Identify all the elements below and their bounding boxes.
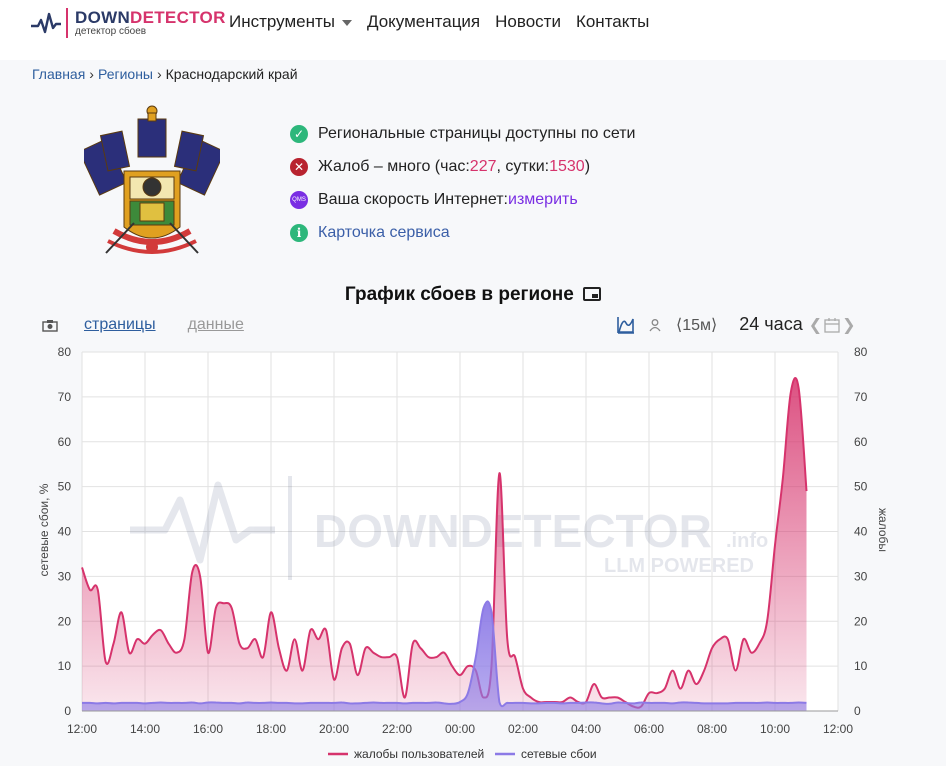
x-tick-label: 08:00 (697, 722, 727, 736)
tab-pages[interactable]: страницы (84, 316, 156, 334)
y-tick-label-left: 60 (58, 435, 72, 449)
y-tick-label-left: 20 (58, 614, 72, 628)
qms-icon: QMS (290, 191, 308, 209)
pulse-logo-icon (31, 12, 61, 34)
chart-tabs: страницы данные (42, 316, 244, 334)
x-tick-label: 12:00 (823, 722, 853, 736)
y-tick-label-right: 80 (854, 345, 868, 359)
x-tick-label: 12:00 (67, 722, 97, 736)
range-selector[interactable]: 24 часа (739, 314, 802, 335)
status-service-card: i Карточка сервиса (290, 223, 635, 243)
y-tick-label-left: 10 (58, 659, 72, 673)
x-tick-label: 02:00 (508, 722, 538, 736)
region-coat-of-arms-icon (84, 105, 220, 254)
x-tick-label: 16:00 (193, 722, 223, 736)
info-circle-icon: i (290, 224, 308, 242)
complaints-day: 1530 (549, 158, 585, 175)
nav-contacts[interactable]: Контакты (576, 12, 649, 32)
status-availability: ✓ Региональные страницы доступны по сети (290, 124, 635, 144)
chevron-left-icon[interactable]: ❮ (809, 315, 822, 335)
logo[interactable]: DOWNDETECTOR детектор сбоев (30, 8, 226, 38)
chart-title: График сбоев в регионе (0, 284, 946, 306)
y-tick-label-right: 20 (854, 614, 868, 628)
x-tick-label: 04:00 (571, 722, 601, 736)
chart-controls: ⟨15м⟩ 24 часа ❮ ❯ (616, 314, 856, 335)
breadcrumb-home[interactable]: Главная (32, 66, 85, 82)
nav-docs[interactable]: Документация (367, 12, 480, 32)
logo-subtitle: детектор сбоев (75, 26, 147, 37)
service-card-link[interactable]: Карточка сервиса (318, 224, 450, 242)
complaints-hour: 227 (469, 158, 497, 175)
status-complaints: ✕ Жалоб – много (час: 227, сутки: 1530) (290, 157, 635, 177)
logo-title: DOWNDETECTOR (75, 8, 226, 27)
check-circle-icon: ✓ (290, 125, 308, 143)
user-icon[interactable] (648, 318, 662, 332)
chevron-right-icon[interactable]: ❯ (842, 315, 855, 335)
y-tick-label-right: 40 (854, 525, 868, 539)
y-tick-label-left: 40 (58, 525, 72, 539)
watermark-sub: LLM POWERED (604, 555, 754, 577)
monitor-icon[interactable] (583, 287, 602, 301)
error-circle-icon: ✕ (290, 158, 308, 176)
status-list: ✓ Региональные страницы доступны по сети… (290, 124, 635, 256)
watermark-suffix: .info (726, 530, 768, 552)
legend-label[interactable]: сетевые сбои (521, 747, 597, 761)
interval-selector[interactable]: ⟨15м⟩ (676, 315, 717, 335)
x-tick-label: 14:00 (130, 722, 160, 736)
y-axis-label-left: сетевые сбои, % (37, 483, 51, 576)
chart-legend: жалобы пользователей сетевые сбои (328, 747, 597, 761)
outage-chart: DOWNDETECTOR .info LLM POWERED 0 0 10 10 20 2… (37, 345, 890, 761)
x-tick-label: 00:00 (445, 722, 475, 736)
y-axis-label-right: жалобы (876, 508, 890, 552)
x-tick-label: 10:00 (760, 722, 790, 736)
breadcrumb-current: Краснодарский край (165, 66, 298, 82)
status-speed: QMS Ваша скорость Интернет: измерить (290, 190, 635, 210)
y-tick-label-right: 60 (854, 435, 868, 449)
x-tick-label: 18:00 (256, 722, 286, 736)
legend-label[interactable]: жалобы пользователей (354, 747, 484, 761)
y-tick-label-right: 0 (854, 704, 861, 718)
logo-divider (66, 8, 68, 38)
y-tick-label-right: 50 (854, 480, 868, 494)
camera-icon[interactable] (42, 319, 58, 332)
y-tick-label-right: 70 (854, 390, 868, 404)
area-chart-icon[interactable] (616, 315, 636, 335)
chevron-down-icon (342, 20, 353, 26)
breadcrumb-regions[interactable]: Регионы (98, 66, 153, 82)
x-tick-label: 22:00 (382, 722, 412, 736)
y-tick-label-left: 30 (58, 569, 72, 583)
y-tick-label-right: 10 (854, 659, 868, 673)
x-tick-label: 20:00 (319, 722, 349, 736)
tab-data[interactable]: данные (188, 316, 244, 334)
speed-test-link[interactable]: измерить (508, 191, 578, 209)
top-bar: DOWNDETECTOR детектор сбоев Инструменты … (0, 0, 946, 60)
main-nav: Инструменты Документация Новости Контакт… (229, 12, 664, 32)
calendar-icon[interactable] (824, 317, 840, 333)
y-tick-label-right: 30 (854, 569, 868, 583)
nav-news[interactable]: Новости (495, 12, 561, 32)
watermark-text: DOWNDETECTOR (314, 505, 712, 557)
y-tick-label-left: 70 (58, 390, 72, 404)
x-tick-label: 06:00 (634, 722, 664, 736)
breadcrumb-separator: › (156, 66, 162, 82)
nav-tools[interactable]: Инструменты (229, 12, 353, 32)
y-tick-label-left: 80 (58, 345, 72, 359)
breadcrumb-separator: › (89, 66, 94, 82)
y-tick-label-left: 0 (64, 704, 71, 718)
y-tick-label-left: 50 (58, 480, 72, 494)
breadcrumb: Главная › Регионы › Краснодарский край (32, 66, 298, 82)
